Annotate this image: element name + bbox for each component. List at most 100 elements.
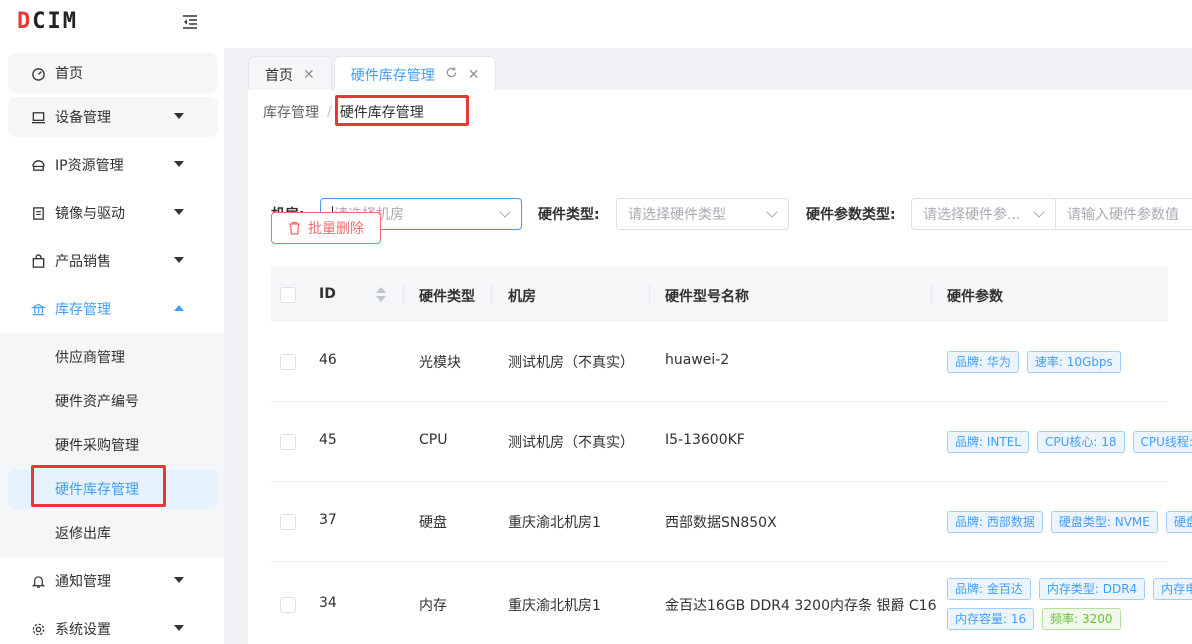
param-tag: 内存类型: DDR4 bbox=[1038, 578, 1146, 600]
chevron-up-icon bbox=[174, 305, 184, 311]
column-header-id[interactable]: ID bbox=[319, 286, 336, 302]
sidebar-item-settings[interactable]: 系统设置 bbox=[8, 609, 218, 644]
main-area: 首页 ✕ 硬件库存管理 ✕ 库存管理 / 硬件库存管理 机房: 请选择机房 硬件… bbox=[224, 48, 1192, 644]
trash-icon bbox=[288, 221, 301, 235]
param-type-placeholder: 请选择硬件参... bbox=[923, 207, 1021, 223]
param-tags: 内存容量: 16 频率: 3200 bbox=[947, 608, 1129, 630]
chevron-down-icon bbox=[174, 161, 184, 167]
table-row[interactable]: 37 硬盘 重庆渝北机房1 西部数据SN850X 品牌: 西部数据 硬盘类型: … bbox=[271, 482, 1192, 562]
cell-type: 硬盘 bbox=[419, 515, 447, 531]
refresh-icon[interactable] bbox=[445, 66, 458, 83]
column-header-type: 硬件类型 bbox=[419, 289, 475, 305]
param-tag: 硬盘 bbox=[1165, 511, 1192, 533]
row-checkbox[interactable] bbox=[280, 514, 296, 530]
param-tag: 内存电压 bbox=[1153, 578, 1192, 600]
row-checkbox[interactable] bbox=[280, 434, 296, 450]
breadcrumb-parent[interactable]: 库存管理 bbox=[263, 102, 319, 122]
row-checkbox[interactable] bbox=[280, 597, 296, 613]
gear-icon bbox=[30, 621, 46, 637]
sidebar-subitem-purchases[interactable]: 硬件采购管理 bbox=[8, 425, 218, 465]
sidebar-item-label: 产品销售 bbox=[55, 254, 111, 270]
table-row[interactable]: 45 CPU 测试机房（不真实） I5-13600KF 品牌: INTEL CP… bbox=[271, 402, 1192, 482]
cell-model: 金百达16GB DDR4 3200内存条 银爵 C16 bbox=[665, 598, 937, 614]
column-divider bbox=[931, 285, 932, 305]
sidebar-item-label: 设备管理 bbox=[55, 110, 111, 126]
type-filter-label: 硬件类型: bbox=[538, 207, 600, 223]
param-type-select[interactable]: 请选择硬件参... bbox=[911, 198, 1056, 230]
sidebar-item-notifications[interactable]: 通知管理 bbox=[8, 561, 218, 601]
cell-type: 光模块 bbox=[419, 355, 461, 371]
cell-id: 37 bbox=[319, 512, 337, 528]
dashboard-icon bbox=[30, 65, 46, 81]
table-header: ID 硬件类型 机房 硬件型号名称 硬件参数 bbox=[271, 267, 1168, 322]
sidebar-item-home[interactable]: 首页 bbox=[8, 53, 218, 93]
close-icon[interactable]: ✕ bbox=[303, 67, 315, 83]
sidebar: 首页 设备管理 IP资源管理 镜像与驱动 产品销售 库存管理 供应商管理 硬件资… bbox=[0, 48, 224, 644]
row-checkbox[interactable] bbox=[280, 354, 296, 370]
sort-icon[interactable] bbox=[376, 287, 386, 303]
cell-id: 45 bbox=[319, 432, 337, 448]
sidebar-item-sales[interactable]: 产品销售 bbox=[8, 241, 218, 281]
param-tag: 频率: 3200 bbox=[1042, 608, 1121, 630]
column-divider bbox=[403, 285, 404, 305]
param-tags: 品牌: 华为 速率: 10Gbps bbox=[947, 351, 1129, 373]
chevron-down-icon bbox=[174, 577, 184, 583]
sidebar-subitem-suppliers[interactable]: 供应商管理 bbox=[8, 337, 218, 377]
menu-fold-icon[interactable] bbox=[180, 12, 200, 32]
param-tag: CPU核心: 18 bbox=[1036, 431, 1125, 453]
sidebar-item-inventory[interactable]: 库存管理 bbox=[8, 289, 218, 329]
cell-id: 34 bbox=[319, 595, 337, 611]
cell-model: huawei-2 bbox=[665, 352, 730, 368]
hardware-type-placeholder: 请选择硬件类型 bbox=[628, 207, 726, 223]
tab-home[interactable]: 首页 ✕ bbox=[248, 56, 332, 92]
sidebar-item-devices[interactable]: 设备管理 bbox=[8, 97, 218, 137]
cell-room: 测试机房（不真实） bbox=[508, 355, 634, 371]
chevron-down-icon bbox=[499, 206, 511, 218]
breadcrumb-separator: / bbox=[327, 104, 332, 120]
tab-hardware-stock[interactable]: 硬件库存管理 ✕ bbox=[333, 56, 497, 92]
sidebar-item-ip[interactable]: IP资源管理 bbox=[8, 145, 218, 185]
cell-type: 内存 bbox=[419, 598, 447, 614]
top-bar: DCIM bbox=[0, 0, 1192, 48]
bank-icon bbox=[30, 301, 46, 317]
hardware-type-select[interactable]: 请选择硬件类型 bbox=[616, 198, 789, 230]
param-tags: 品牌: 西部数据 硬盘类型: NVME 硬盘 bbox=[947, 511, 1192, 533]
cell-id: 46 bbox=[319, 352, 337, 368]
select-all-checkbox[interactable] bbox=[280, 287, 296, 303]
param-tag: 品牌: 金百达 bbox=[947, 578, 1031, 600]
cell-type: CPU bbox=[419, 432, 448, 448]
sidebar-item-label: IP资源管理 bbox=[55, 158, 124, 174]
chevron-down-icon bbox=[766, 206, 778, 218]
sidebar-subitem-repair-outbound[interactable]: 返修出库 bbox=[8, 513, 218, 553]
column-header-model: 硬件型号名称 bbox=[665, 289, 749, 305]
param-tag: 品牌: INTEL bbox=[947, 431, 1029, 453]
sidebar-subitem-asset-numbers[interactable]: 硬件资产编号 bbox=[8, 381, 218, 421]
cell-room: 测试机房（不真实） bbox=[508, 435, 634, 451]
param-tag: 速率: 10Gbps bbox=[1026, 351, 1121, 373]
annotation-highlight-box bbox=[335, 95, 469, 126]
param-tag: 品牌: 西部数据 bbox=[947, 511, 1043, 533]
sidebar-item-label: 系统设置 bbox=[55, 622, 111, 638]
sidebar-item-images[interactable]: 镜像与驱动 bbox=[8, 193, 218, 233]
bell-icon bbox=[30, 573, 46, 589]
batch-delete-button[interactable]: 批量删除 bbox=[271, 212, 381, 244]
app-logo[interactable]: DCIM bbox=[17, 9, 78, 34]
table-row[interactable]: 46 光模块 测试机房（不真实） huawei-2 品牌: 华为 速率: 10G… bbox=[271, 322, 1168, 402]
column-header-params: 硬件参数 bbox=[947, 289, 1003, 305]
image-icon bbox=[30, 205, 46, 221]
chevron-down-icon bbox=[174, 625, 184, 631]
chevron-down-icon bbox=[1033, 206, 1045, 218]
param-tag: 内存容量: 16 bbox=[947, 608, 1035, 630]
bag-icon bbox=[30, 253, 46, 269]
laptop-icon bbox=[30, 109, 46, 125]
close-icon[interactable]: ✕ bbox=[468, 67, 480, 83]
cell-model: 西部数据SN850X bbox=[665, 515, 777, 531]
content-panel: 库存管理 / 硬件库存管理 机房: 请选择机房 硬件类型: 请选择硬件类型 硬件… bbox=[248, 90, 1192, 644]
table-row[interactable]: 34 内存 重庆渝北机房1 金百达16GB DDR4 3200内存条 银爵 C1… bbox=[271, 562, 1192, 644]
param-tags: 品牌: INTEL CPU核心: 18 CPU线程: 32 bbox=[947, 431, 1192, 453]
chevron-down-icon bbox=[174, 257, 184, 263]
param-value-input[interactable]: 请输入硬件参数值 bbox=[1055, 198, 1192, 230]
cell-model: I5-13600KF bbox=[665, 432, 745, 448]
network-icon bbox=[30, 157, 46, 173]
chevron-down-icon bbox=[174, 209, 184, 215]
